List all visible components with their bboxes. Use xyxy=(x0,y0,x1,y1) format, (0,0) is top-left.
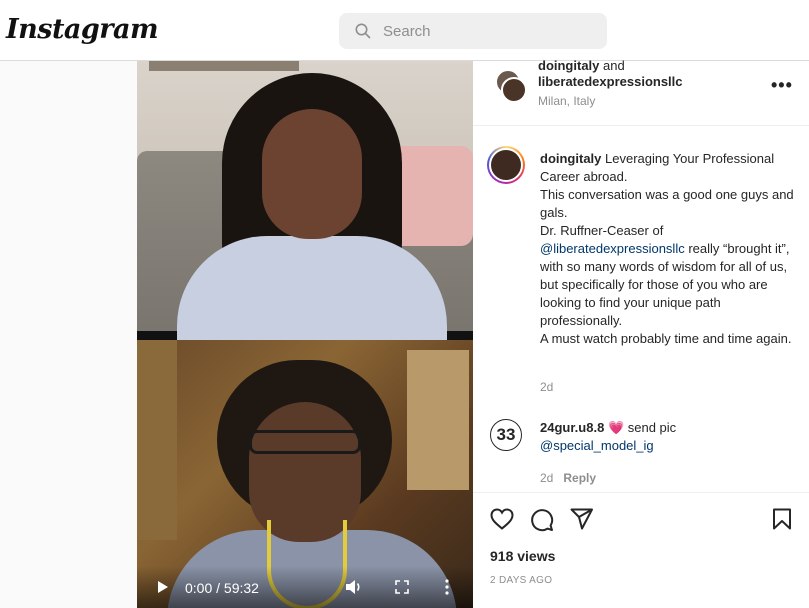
share-send-icon[interactable] xyxy=(570,508,594,530)
comment-meta: 2d Reply xyxy=(540,471,596,485)
avatar-doingitaly xyxy=(501,77,527,103)
save-bookmark-icon[interactable] xyxy=(772,508,792,530)
caption-mention-link[interactable]: @liberatedexpressionsllc xyxy=(540,241,685,256)
post-location[interactable]: Milan, Italy xyxy=(538,94,595,108)
search-icon xyxy=(355,23,371,39)
collab-avatars[interactable] xyxy=(495,69,529,105)
search-box[interactable] xyxy=(339,13,607,49)
view-count[interactable]: 918 views xyxy=(490,548,555,564)
comment: 24gur.u8.8 💗 send pic @special_model_ig xyxy=(540,419,796,455)
post-header: doingitaly and liberatedexpressionsllc M… xyxy=(473,58,809,126)
reply-button[interactable]: Reply xyxy=(563,471,596,485)
speaker-one-shirt xyxy=(177,236,447,356)
wall-art-left xyxy=(137,340,177,540)
post-date[interactable]: 2 DAYS AGO xyxy=(490,575,552,586)
search-input[interactable] xyxy=(383,19,593,43)
caption-author-avatar[interactable] xyxy=(487,146,525,184)
wall-picture-frame xyxy=(149,61,299,71)
comment-timestamp: 2d xyxy=(540,471,554,485)
caption-timestamp: 2d xyxy=(540,380,554,394)
video-more-options-icon[interactable] xyxy=(445,579,449,595)
fullscreen-icon[interactable] xyxy=(395,580,409,594)
caption-username[interactable]: doingitaly xyxy=(540,151,601,166)
video-frame-top-speaker xyxy=(137,61,473,356)
comment-mention-link[interactable]: @special_model_ig xyxy=(540,438,654,453)
play-icon[interactable] xyxy=(157,580,169,594)
post-author-username[interactable]: doingitaly and xyxy=(538,58,625,73)
post-actions-bar: 918 views 2 DAYS AGO xyxy=(473,492,809,608)
username-liberatedexpressionsllc[interactable]: liberatedexpressionsllc xyxy=(538,74,683,89)
comment-text: send pic xyxy=(624,420,677,435)
post-caption: doingitaly Leveraging Your Professional … xyxy=(540,150,796,348)
caption-line-2: This conversation was a good one guys an… xyxy=(540,187,794,220)
instagram-logo[interactable]: Instagram xyxy=(6,14,159,45)
video-controls: 0:00 / 59:32 xyxy=(137,566,473,608)
commenter-username[interactable]: 24gur.u8.8 xyxy=(540,420,604,435)
like-heart-icon[interactable] xyxy=(490,508,514,530)
speaker-one-face xyxy=(262,109,362,239)
top-navigation-bar: Instagram xyxy=(0,0,809,61)
username-doingitaly[interactable]: doingitaly xyxy=(538,58,599,73)
commenter-avatar[interactable]: 33 xyxy=(490,419,522,451)
more-options-icon[interactable]: ••• xyxy=(771,75,793,96)
wall-art-right xyxy=(407,350,469,490)
post-details-panel: doingitaly and liberatedexpressionsllc M… xyxy=(473,58,809,608)
video-player[interactable]: 0:00 / 59:32 xyxy=(137,61,473,608)
caption-line-4: A must watch probably time and time agai… xyxy=(540,331,792,346)
comment-bubble-icon[interactable] xyxy=(530,508,554,532)
volume-icon[interactable] xyxy=(345,579,363,595)
and-text: and xyxy=(599,58,625,73)
caption-line-3a: Dr. Ruffner-Ceaser of xyxy=(540,223,664,238)
heart-emoji: 💗 xyxy=(607,420,625,435)
speaker-two-glasses xyxy=(249,430,361,454)
video-time: 0:00 / 59:32 xyxy=(185,580,259,596)
